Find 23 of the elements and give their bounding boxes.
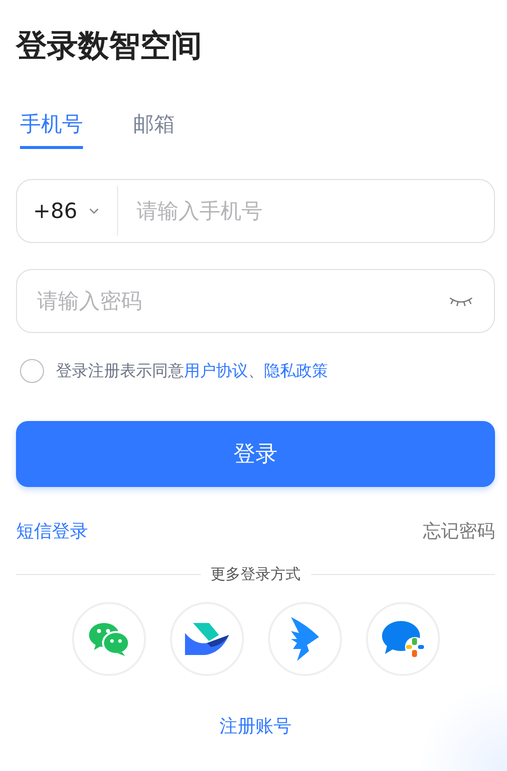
forgot-password-link[interactable]: 忘记密码 <box>423 519 495 543</box>
chat-bubbles-icon <box>88 621 130 657</box>
password-field[interactable]: 请输入密码 <box>16 269 495 333</box>
chat-bubble-icon <box>380 620 424 658</box>
more-login-methods-label: 更多登录方式 <box>210 565 300 584</box>
user-agreement-link[interactable]: 用户协议 <box>184 360 248 380</box>
agreement-checkbox[interactable] <box>20 359 44 383</box>
page-title: 登录数智空间 <box>16 27 203 66</box>
agreement-text: 登录注册表示同意用户协议、隐私政策 <box>56 360 328 382</box>
phone-input[interactable]: 请输入手机号 <box>134 198 474 224</box>
privacy-policy-link[interactable]: 隐私政策 <box>264 360 328 380</box>
wing-icon <box>288 617 320 661</box>
closed-eye-icon[interactable] <box>448 295 474 307</box>
bird-icon <box>184 623 228 655</box>
country-code-select[interactable]: +86 <box>33 199 100 223</box>
tab[interactable]: 邮箱 <box>133 110 175 149</box>
register-link[interactable]: 注册账号 <box>220 714 292 738</box>
caret-icon <box>89 208 100 214</box>
password-input[interactable]: 请输入密码 <box>33 288 448 314</box>
login-button[interactable]: 登录 <box>16 421 495 487</box>
phone-field[interactable]: +86 请输入手机号 <box>16 179 495 243</box>
tab[interactable]: 手机号 <box>20 110 83 149</box>
sms-login-link[interactable]: 短信登录 <box>16 519 88 543</box>
